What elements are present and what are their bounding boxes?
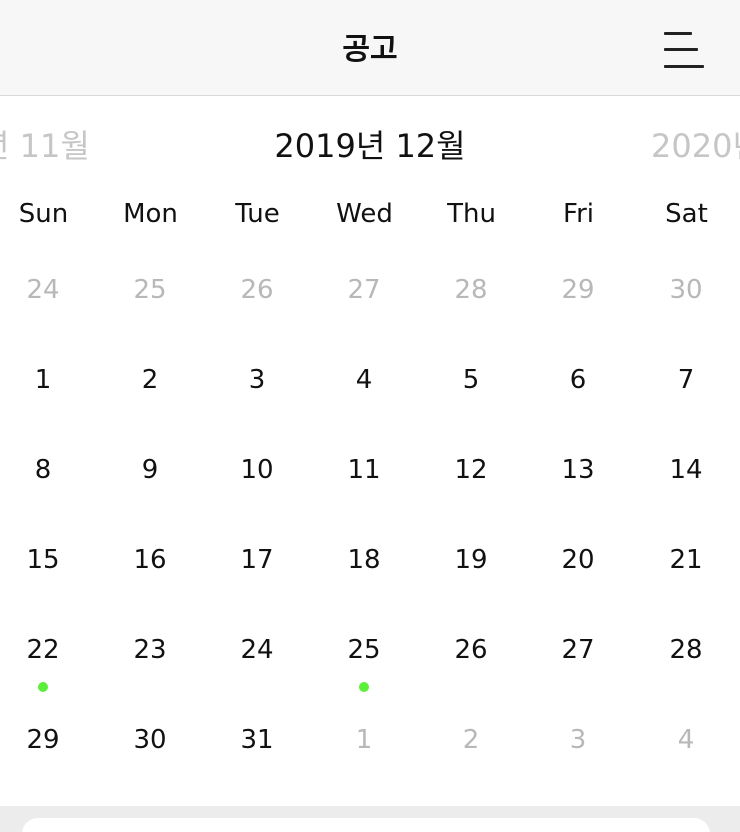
calendar-grid: 24 25 26 27 28 29 30 1 2 3 4 5 6 7 8 9 10 11 12 13 14 15 16 17 1… [0, 0, 740, 780]
calendar-day[interactable]: 16 [110, 540, 190, 600]
day-number: 14 [669, 455, 703, 485]
day-number: 18 [347, 545, 381, 575]
calendar-day[interactable]: 29 [538, 270, 618, 330]
day-number: 25 [347, 635, 381, 665]
calendar-day[interactable]: 8 [3, 450, 83, 510]
calendar-day[interactable]: 28 [646, 630, 726, 690]
calendar-day[interactable]: 18 [324, 540, 404, 600]
bottom-card [22, 818, 710, 832]
day-number: 3 [248, 365, 266, 395]
day-number: 11 [347, 455, 381, 485]
calendar-day[interactable]: 14 [646, 450, 726, 510]
day-number: 24 [26, 275, 60, 305]
day-number: 29 [561, 275, 595, 305]
day-number: 13 [561, 455, 595, 485]
calendar-day[interactable]: 7 [646, 360, 726, 420]
day-number: 24 [240, 635, 274, 665]
calendar-day[interactable]: 28 [431, 270, 511, 330]
calendar-day[interactable]: 22 [3, 630, 83, 692]
calendar-day[interactable]: 30 [110, 720, 190, 780]
day-number: 4 [677, 725, 695, 755]
day-number: 25 [133, 275, 167, 305]
calendar-day[interactable]: 29 [3, 720, 83, 780]
day-number: 15 [26, 545, 60, 575]
day-number: 1 [355, 725, 373, 755]
day-number: 8 [34, 455, 52, 485]
calendar-day[interactable]: 27 [538, 630, 618, 690]
day-number: 4 [355, 365, 373, 395]
day-number: 31 [240, 725, 274, 755]
calendar-day[interactable]: 24 [3, 270, 83, 330]
day-number: 12 [454, 455, 488, 485]
calendar-day[interactable]: 20 [538, 540, 618, 600]
day-number: 1 [34, 365, 52, 395]
day-number: 6 [569, 365, 587, 395]
calendar-day[interactable]: 27 [324, 270, 404, 330]
calendar-day[interactable]: 4 [646, 720, 726, 780]
day-number: 28 [454, 275, 488, 305]
calendar-day[interactable]: 30 [646, 270, 726, 330]
calendar-day[interactable]: 19 [431, 540, 511, 600]
day-number: 22 [26, 635, 60, 665]
day-number: 2 [462, 725, 480, 755]
day-number: 28 [669, 635, 703, 665]
day-number: 21 [669, 545, 703, 575]
day-number: 2 [141, 365, 159, 395]
day-number: 7 [677, 365, 695, 395]
calendar-day[interactable]: 17 [217, 540, 297, 600]
day-number: 27 [561, 635, 595, 665]
calendar-day[interactable]: 2 [431, 720, 511, 780]
calendar-day[interactable]: 3 [217, 360, 297, 420]
event-indicator-dot [359, 682, 369, 692]
day-number: 16 [133, 545, 167, 575]
day-number: 29 [26, 725, 60, 755]
calendar-day[interactable]: 4 [324, 360, 404, 420]
calendar-day[interactable]: 1 [324, 720, 404, 780]
day-number: 20 [561, 545, 595, 575]
day-number: 3 [569, 725, 587, 755]
day-number: 26 [454, 635, 488, 665]
day-number: 9 [141, 455, 159, 485]
day-number: 23 [133, 635, 167, 665]
calendar-day[interactable]: 21 [646, 540, 726, 600]
calendar-day[interactable]: 23 [110, 630, 190, 690]
day-number: 30 [669, 275, 703, 305]
day-number: 17 [240, 545, 274, 575]
calendar-day[interactable]: 6 [538, 360, 618, 420]
calendar-day[interactable]: 25 [110, 270, 190, 330]
day-number: 5 [462, 365, 480, 395]
calendar-day[interactable]: 31 [217, 720, 297, 780]
calendar-day[interactable]: 26 [217, 270, 297, 330]
day-number: 30 [133, 725, 167, 755]
calendar-day[interactable]: 3 [538, 720, 618, 780]
calendar-day[interactable]: 26 [431, 630, 511, 690]
calendar-day[interactable]: 10 [217, 450, 297, 510]
calendar-day[interactable]: 25 [324, 630, 404, 692]
calendar-day[interactable]: 5 [431, 360, 511, 420]
day-number: 19 [454, 545, 488, 575]
calendar-day[interactable]: 15 [3, 540, 83, 600]
calendar-day[interactable]: 12 [431, 450, 511, 510]
day-number: 10 [240, 455, 274, 485]
bottom-panel [0, 806, 740, 832]
calendar-day[interactable]: 2 [110, 360, 190, 420]
calendar-day[interactable]: 11 [324, 450, 404, 510]
event-indicator-dot [38, 682, 48, 692]
calendar-day[interactable]: 1 [3, 360, 83, 420]
day-number: 26 [240, 275, 274, 305]
calendar-day[interactable]: 9 [110, 450, 190, 510]
calendar-day[interactable]: 24 [217, 630, 297, 690]
day-number: 27 [347, 275, 381, 305]
calendar-day[interactable]: 13 [538, 450, 618, 510]
